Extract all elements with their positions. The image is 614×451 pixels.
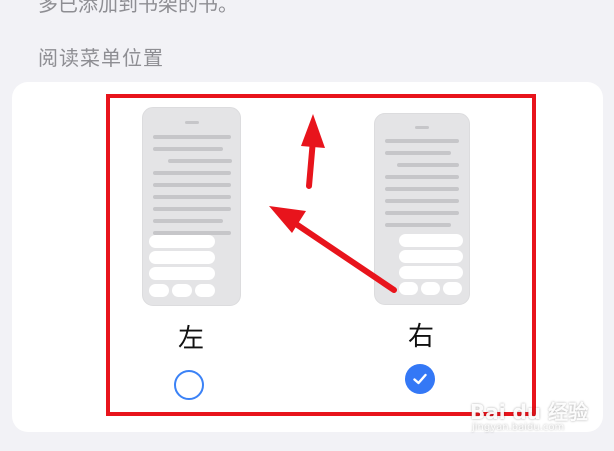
arrow-up-icon bbox=[301, 114, 325, 189]
watermark-url: jingyan.baidu.com bbox=[472, 422, 565, 433]
watermark-logo: Bai du 经验 bbox=[470, 400, 589, 424]
arrow-diagonal-icon bbox=[269, 206, 397, 293]
annotation-arrows bbox=[269, 114, 397, 293]
